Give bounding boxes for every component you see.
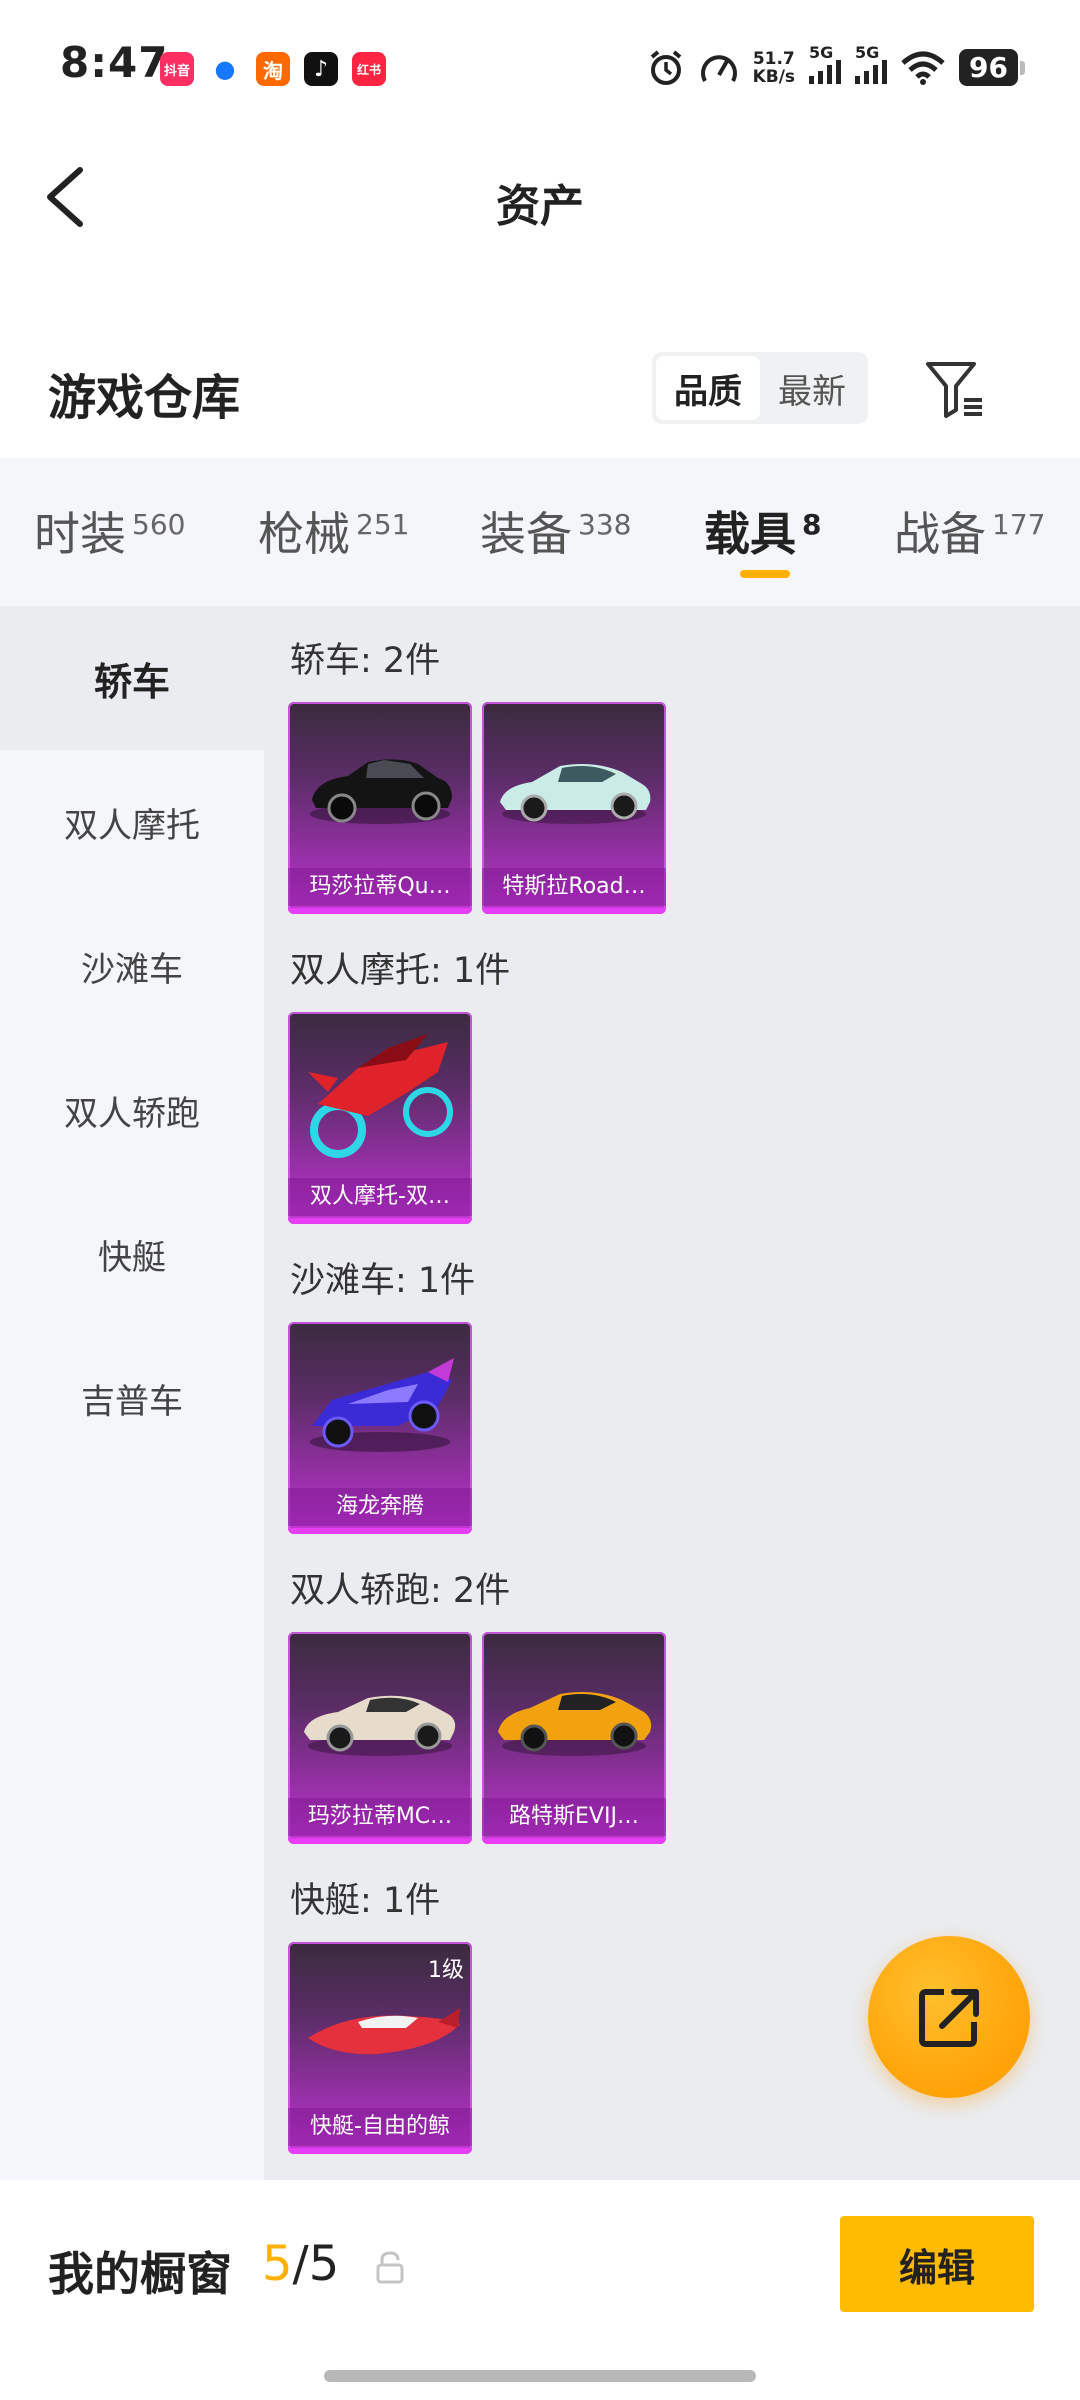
vehicle-card[interactable]: 双人摩托-双… xyxy=(288,1012,472,1224)
signal-5g-1-label: 5G xyxy=(809,43,834,62)
vehicle-card[interactable]: 玛莎拉蒂Qu… xyxy=(288,702,472,914)
sidebar-item-double-motorbike[interactable]: 双人摩托 xyxy=(0,750,264,894)
vehicle-card[interactable]: 1级 快艇-自由的鲸 xyxy=(288,1942,472,2154)
tab-fashion-count: 560 xyxy=(132,508,186,541)
tab-vehicles-label: 载具 xyxy=(704,507,796,561)
tab-combat-prep-count: 177 xyxy=(992,508,1046,541)
sidebar-item-jeep[interactable]: 吉普车 xyxy=(0,1326,264,1470)
alarm-icon xyxy=(650,49,681,85)
showcase-count: 5/5 xyxy=(262,2236,339,2292)
cream-coupe-image xyxy=(304,1695,456,1756)
signal-5g-2: 5G xyxy=(855,43,888,89)
sidebar-item-speedboat[interactable]: 快艇 xyxy=(0,1182,264,1326)
vehicle-card-name: 特斯拉Road… xyxy=(482,868,666,906)
tab-equipment[interactable]: 装备 338 xyxy=(480,498,631,564)
tab-guns-count: 251 xyxy=(356,508,410,541)
category-tabs: 时装 560 枪械 251 装备 338 载具 8 战备 177 xyxy=(0,458,1080,606)
vehicle-card[interactable]: 特斯拉Road… xyxy=(482,702,666,914)
app-taobao-icon: 淘 xyxy=(256,52,290,86)
vehicle-card[interactable]: 路特斯EVIJ… xyxy=(482,1632,666,1844)
group-title-double-motorbike: 双人摩托: 1件 xyxy=(290,951,511,991)
signal-5g-2-label: 5G xyxy=(855,43,880,62)
blue-buggy-image xyxy=(310,1358,454,1452)
vehicle-card-name: 玛莎拉蒂Qu… xyxy=(288,868,472,906)
tab-guns[interactable]: 枪械 251 xyxy=(258,498,409,564)
vehicle-card[interactable]: 玛莎拉蒂MC… xyxy=(288,1632,472,1844)
sidebar-item-beach-buggy[interactable]: 沙滩车 xyxy=(0,894,264,1038)
tab-combat-prep-label: 战备 xyxy=(894,507,986,561)
orange-coupe-image xyxy=(498,1692,652,1756)
group-title-sedan: 轿车: 2件 xyxy=(290,641,441,681)
app-blue-icon: ● xyxy=(208,52,242,86)
tab-vehicles-count: 8 xyxy=(802,508,822,541)
share-export-icon xyxy=(919,1989,979,2047)
page-title: 资产 xyxy=(496,181,584,232)
status-indicators: 51.7 KB/s 5G 5G 96 xyxy=(647,43,1025,89)
signal-bars-icon xyxy=(855,60,888,84)
filter-icon[interactable] xyxy=(920,354,990,424)
warehouse-header: 游戏仓库 品质 最新 xyxy=(0,330,1080,450)
black-sedan-image xyxy=(310,759,452,824)
status-app-icons: 抖音 ● 淘 ♪ 红书 xyxy=(160,52,386,86)
tab-fashion[interactable]: 时装 560 xyxy=(34,498,185,564)
vehicle-card-name: 双人摩托-双… xyxy=(288,1178,472,1216)
tab-combat-prep[interactable]: 战备 177 xyxy=(894,498,1045,564)
group-title-speedboat: 快艇: 1件 xyxy=(290,1881,441,1921)
tab-active-indicator xyxy=(740,570,790,578)
group-title-beach-buggy: 沙滩车: 1件 xyxy=(290,1261,476,1301)
tab-equipment-count: 338 xyxy=(578,508,632,541)
warehouse-title: 游戏仓库 xyxy=(48,370,241,426)
showcase-count-total: /5 xyxy=(292,2236,340,2292)
teal-roadster-image xyxy=(500,764,651,824)
app-tiktok-icon: ♪ xyxy=(304,52,338,86)
sort-toggle: 品质 最新 xyxy=(652,352,868,424)
network-speed: 51.7 KB/s xyxy=(753,50,795,86)
network-speed-unit: KB/s xyxy=(752,66,796,87)
vehicle-card-name: 快艇-自由的鲸 xyxy=(288,2108,472,2146)
sidebar-item-sedan[interactable]: 轿车 xyxy=(0,606,264,750)
app-xiaohongshu-icon: 红书 xyxy=(352,52,386,86)
vehicle-card-name: 路特斯EVIJ… xyxy=(482,1798,666,1836)
red-motorbike-image xyxy=(308,1034,453,1158)
wifi-icon xyxy=(901,51,945,85)
showcase-count-used: 5 xyxy=(262,2236,293,2292)
vehicle-card[interactable]: 海龙奔腾 xyxy=(288,1322,472,1534)
speedometer-icon xyxy=(700,54,737,82)
showcase-label: 我的橱窗 xyxy=(48,2247,232,2301)
battery-indicator: 96 xyxy=(959,49,1025,86)
group-title-double-coupe: 双人轿跑: 2件 xyxy=(290,1571,511,1611)
home-indicator[interactable] xyxy=(324,2370,756,2382)
lock-icon xyxy=(376,2251,404,2284)
tab-fashion-label: 时装 xyxy=(34,507,126,561)
signal-5g-1: 5G xyxy=(809,43,842,89)
edit-button[interactable]: 编辑 xyxy=(840,2216,1034,2312)
sort-option-quality[interactable]: 品质 xyxy=(656,356,760,420)
status-bar: 8:47 抖音 ● 淘 ♪ 红书 51.7 KB/s 5G 5G 96 xyxy=(0,0,1080,140)
vehicle-type-sidebar: 轿车 双人摩托 沙滩车 双人轿跑 快艇 吉普车 xyxy=(0,606,264,2180)
tab-equipment-label: 装备 xyxy=(480,507,572,561)
tab-vehicles[interactable]: 载具 8 xyxy=(704,498,821,564)
app-douyin-mall-icon: 抖音 xyxy=(160,52,194,86)
sort-option-latest[interactable]: 最新 xyxy=(760,356,864,420)
sidebar-item-double-coupe[interactable]: 双人轿跑 xyxy=(0,1038,264,1182)
vehicle-card-name: 海龙奔腾 xyxy=(288,1488,472,1526)
network-speed-value: 51.7 xyxy=(752,48,795,69)
status-time: 8:47 xyxy=(60,38,169,87)
vehicle-card-name: 玛莎拉蒂MC… xyxy=(288,1798,472,1836)
share-button[interactable] xyxy=(868,1936,1030,2098)
showcase-bar: 我的橱窗 5/5 编辑 xyxy=(0,2180,1080,2400)
tab-guns-label: 枪械 xyxy=(258,507,350,561)
vehicle-level-badge: 1级 xyxy=(428,1958,464,1983)
nav-header: 资产 xyxy=(0,140,1080,260)
signal-bars-icon xyxy=(809,60,842,84)
